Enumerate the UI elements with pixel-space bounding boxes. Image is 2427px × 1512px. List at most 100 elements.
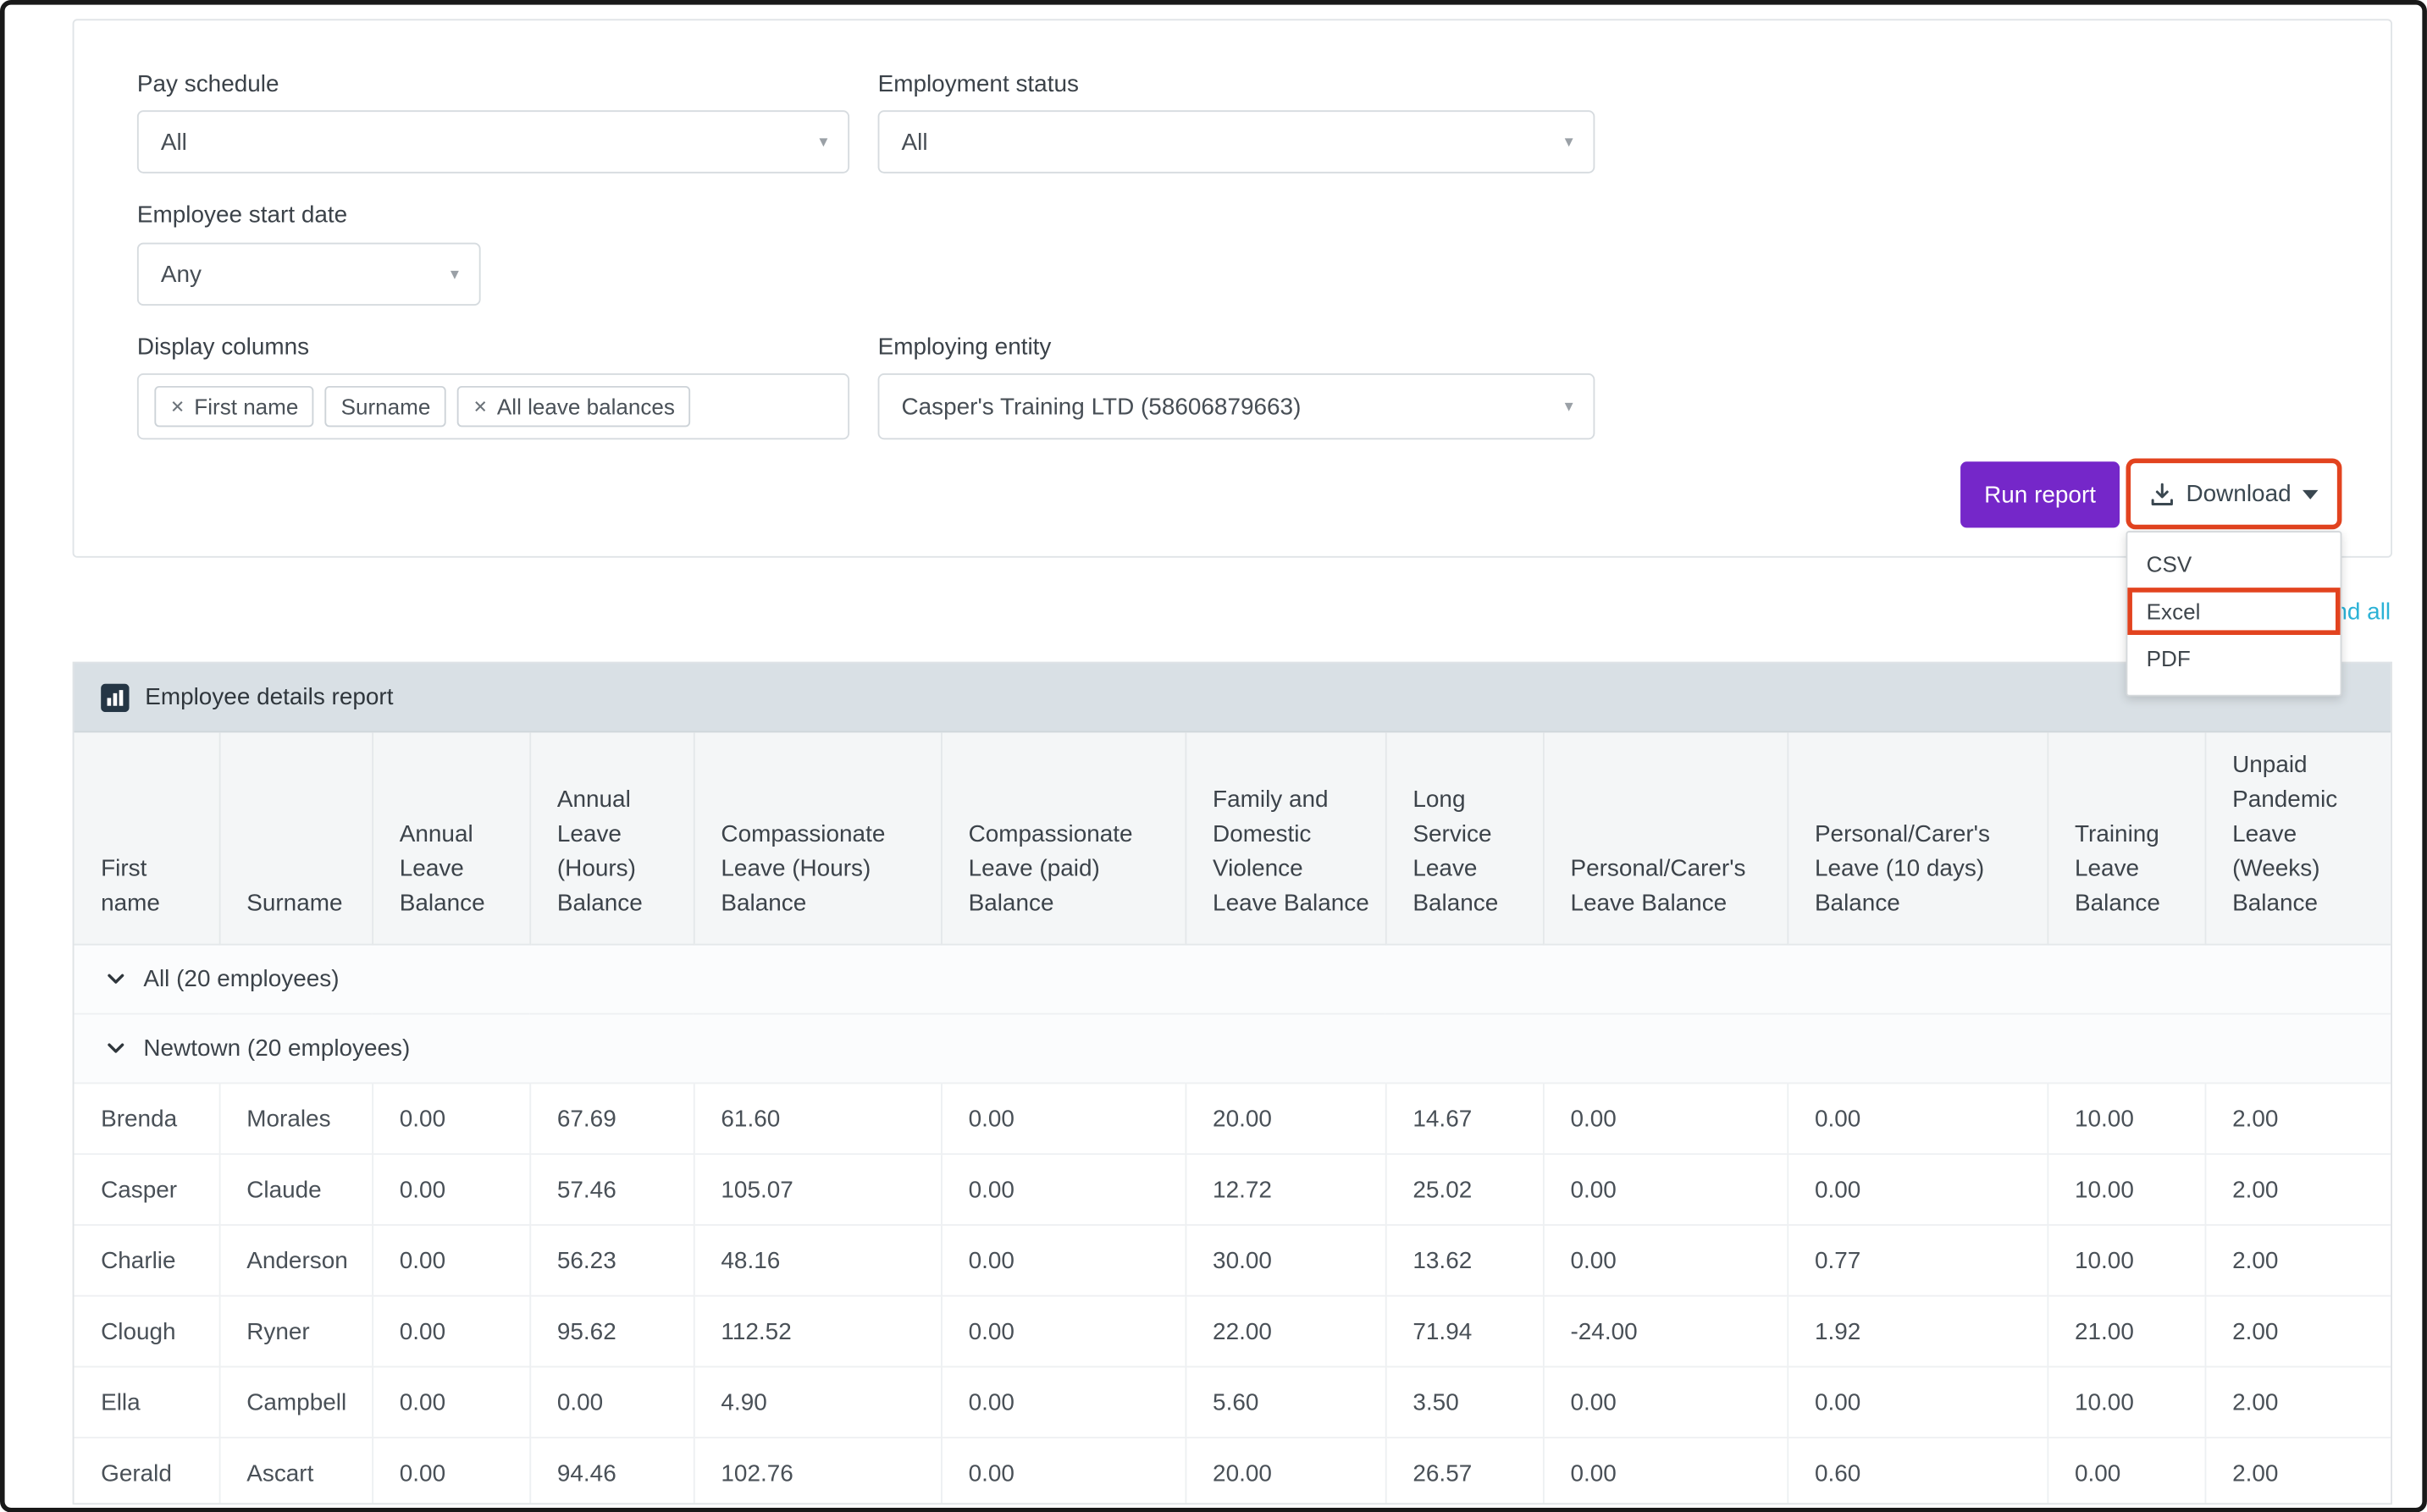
tag-label: First name (194, 394, 298, 419)
table-cell: 0.77 (1787, 1225, 2047, 1296)
table-cell: 95.62 (529, 1296, 694, 1367)
pay-schedule-label: Pay schedule (137, 71, 279, 99)
table-cell: 0.00 (1543, 1083, 1787, 1154)
download-button[interactable]: Download (2126, 459, 2341, 530)
group-row[interactable]: All (20 employees) (74, 945, 2391, 1014)
table-cell: 0.00 (372, 1366, 529, 1438)
download-label: Download (2186, 481, 2291, 508)
employing-entity-value: Casper's Training LTD (58606879663) (901, 393, 1301, 420)
table-cell: 56.23 (529, 1225, 694, 1296)
report-title: Employee details report (145, 684, 393, 711)
table-cell: 20.00 (1185, 1083, 1385, 1154)
table-cell: 0.00 (372, 1083, 529, 1154)
table-cell: 0.00 (1543, 1225, 1787, 1296)
table-cell: Ascart (219, 1438, 373, 1504)
table-cell: 102.76 (694, 1438, 941, 1504)
column-header: Annual Leave Balance (372, 732, 529, 944)
table-cell: 0.00 (372, 1225, 529, 1296)
table-cell: 71.94 (1385, 1296, 1543, 1367)
remove-tag-icon[interactable]: ✕ (473, 396, 488, 417)
display-column-tag[interactable]: Surname (325, 386, 446, 427)
table-cell: 0.00 (1787, 1154, 2047, 1225)
column-header: Long Service Leave Balance (1385, 732, 1543, 944)
column-header: Personal/Carer's Leave Balance (1543, 732, 1787, 944)
table-cell: 0.00 (372, 1296, 529, 1367)
table-row: BrendaMorales0.0067.6961.600.0020.0014.6… (74, 1083, 2391, 1154)
employee-start-date-label: Employee start date (137, 201, 347, 229)
table-cell: 2.00 (2205, 1296, 2391, 1367)
table-cell: 0.00 (941, 1225, 1185, 1296)
table-cell: 0.60 (1787, 1438, 2047, 1504)
remove-tag-icon[interactable]: ✕ (170, 396, 185, 417)
table-cell: 0.00 (1543, 1438, 1787, 1504)
table-cell: 48.16 (694, 1225, 941, 1296)
table-cell: 3.50 (1385, 1366, 1543, 1438)
table-cell: Ella (74, 1366, 218, 1438)
table-row: CharlieAnderson0.0056.2348.160.0030.0013… (74, 1225, 2391, 1296)
group-row[interactable]: Newtown (20 employees) (74, 1014, 2391, 1084)
download-menu-item-excel[interactable]: Excel (2127, 588, 2340, 635)
chevron-down-icon (106, 969, 126, 990)
table-cell: 61.60 (694, 1083, 941, 1154)
column-header: Family and Domestic Violence Leave Balan… (1185, 732, 1385, 944)
group-label: Newtown (20 employees) (143, 1035, 410, 1062)
pay-schedule-value: All (161, 129, 187, 156)
column-header: Annual Leave (Hours) Balance (529, 732, 694, 944)
table-cell: 12.72 (1185, 1154, 1385, 1225)
display-column-tag[interactable]: ✕ First name (154, 386, 314, 427)
table-cell: Claude (219, 1154, 373, 1225)
group-label: All (20 employees) (143, 966, 339, 993)
download-menu-item-csv[interactable]: CSV (2127, 540, 2340, 588)
table-cell: 0.00 (529, 1366, 694, 1438)
table-cell: 2.00 (2205, 1154, 2391, 1225)
table-cell: 10.00 (2047, 1225, 2204, 1296)
table-cell: 94.46 (529, 1438, 694, 1504)
column-header: Compassionate Leave (paid) Balance (941, 732, 1185, 944)
table-cell: 5.60 (1185, 1366, 1385, 1438)
employing-entity-select[interactable]: Casper's Training LTD (58606879663) ▼ (878, 373, 1595, 439)
column-header: Personal/Carer's Leave (10 days) Balance (1787, 732, 2047, 944)
employment-status-select[interactable]: All ▼ (878, 110, 1595, 173)
header-row: First nameSurnameAnnual Leave BalanceAnn… (74, 732, 2391, 944)
table-cell: 67.69 (529, 1083, 694, 1154)
table-cell: Gerald (74, 1438, 218, 1504)
table-cell: 0.00 (372, 1154, 529, 1225)
caret-down-icon (2303, 489, 2319, 499)
report-icon (101, 683, 129, 711)
display-column-tag[interactable]: ✕ All leave balances (457, 386, 691, 427)
table-cell: 0.00 (2047, 1438, 2204, 1504)
column-header: Unpaid Pandemic Leave (Weeks) Balance (2205, 732, 2391, 944)
table-cell: 0.00 (941, 1296, 1185, 1367)
table-cell: -24.00 (1543, 1296, 1787, 1367)
table-cell: 1.92 (1787, 1296, 2047, 1367)
display-columns-label: Display columns (137, 334, 309, 362)
tag-label: All leave balances (497, 394, 675, 419)
table-cell: 57.46 (529, 1154, 694, 1225)
table-cell: 0.00 (941, 1438, 1185, 1504)
table-cell: 105.07 (694, 1154, 941, 1225)
chevron-down-icon (106, 1038, 126, 1058)
table-cell: Morales (219, 1083, 373, 1154)
table-cell: 0.00 (941, 1366, 1185, 1438)
employing-entity-label: Employing entity (878, 334, 1052, 362)
employment-status-label: Employment status (878, 71, 1079, 99)
download-menu-item-pdf[interactable]: PDF (2127, 635, 2340, 682)
table-row: EllaCampbell0.000.004.900.005.603.500.00… (74, 1366, 2391, 1438)
table-cell: 25.02 (1385, 1154, 1543, 1225)
table-cell: 13.62 (1385, 1225, 1543, 1296)
table-cell: 0.00 (1543, 1366, 1787, 1438)
display-columns-input[interactable]: ✕ First name Surname ✕ All leave balances (137, 373, 849, 439)
table-cell: 10.00 (2047, 1154, 2204, 1225)
table-cell: 2.00 (2205, 1438, 2391, 1504)
table-cell: Charlie (74, 1225, 218, 1296)
table-cell: 14.67 (1385, 1083, 1543, 1154)
chevron-down-icon: ▼ (448, 267, 462, 283)
table-cell: 10.00 (2047, 1366, 2204, 1438)
column-header: Surname (219, 732, 373, 944)
run-report-button[interactable]: Run report (1960, 461, 2120, 527)
employee-start-date-select[interactable]: Any ▼ (137, 243, 481, 306)
table-cell: Campbell (219, 1366, 373, 1438)
employee-start-date-value: Any (161, 261, 202, 288)
chevron-down-icon: ▼ (816, 134, 831, 150)
pay-schedule-select[interactable]: All ▼ (137, 110, 849, 173)
